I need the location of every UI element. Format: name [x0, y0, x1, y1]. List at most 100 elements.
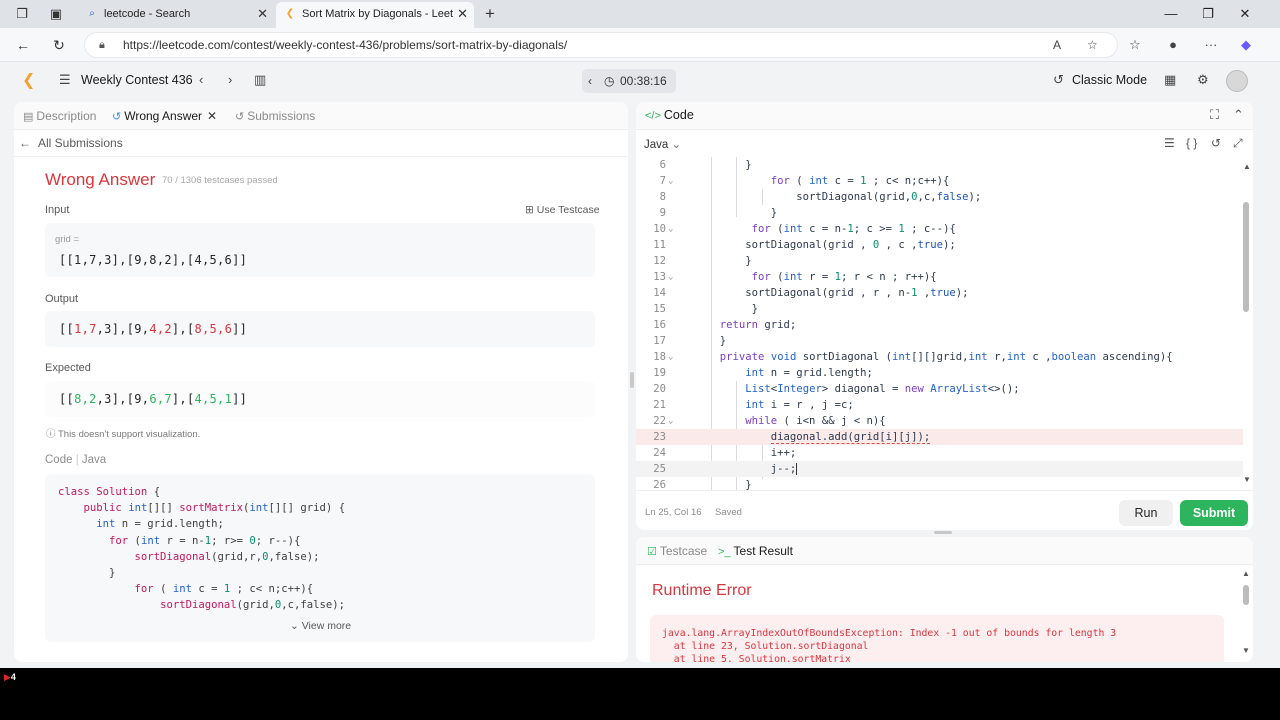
- clock-icon: ◷: [604, 74, 615, 88]
- tab-sort-matrix[interactable]: ❮ Sort Matrix by Diagonals - LeetCo ✕: [276, 2, 474, 28]
- lock-icon: 🔒︎: [99, 39, 105, 51]
- submit-button[interactable]: Submit: [1180, 500, 1248, 526]
- history-icon: ↺: [112, 111, 122, 123]
- leetcode-logo-icon[interactable]: ❮: [22, 72, 38, 90]
- scroll-down-icon[interactable]: ▼: [1242, 646, 1250, 655]
- expected-label: Expected: [45, 362, 91, 374]
- more-icon[interactable]: ···: [1202, 36, 1220, 54]
- scrollbar-thumb[interactable]: [1243, 202, 1249, 312]
- cursor-position: Ln 25, Col 16: [645, 507, 702, 518]
- notes-icon[interactable]: ☰: [1164, 136, 1175, 150]
- next-problem-icon[interactable]: ›: [228, 72, 232, 87]
- expected-value: [[8,2,3],[9,6,7],[4,5,1]]: [59, 392, 248, 406]
- view-more-button[interactable]: ⌄ View more: [290, 620, 351, 632]
- tab-leetcode-search[interactable]: ⌕ leetcode - Search ✕: [78, 2, 274, 28]
- checkbox-icon: ☑: [647, 546, 657, 558]
- code-line: 8 sortDiagonal(grid,0,c,false);: [659, 191, 982, 203]
- output-box: [[1,7,3],[9,4,2],[8,5,6]]: [45, 311, 595, 347]
- horizontal-resize-handle[interactable]: [934, 531, 952, 534]
- profile-icon[interactable]: ●: [1164, 36, 1182, 54]
- test-result-panel: ☑ Testcase >_ Test Result Runtime Error ja…: [636, 537, 1253, 662]
- copilot-icon[interactable]: ◆: [1237, 36, 1255, 54]
- error-trace-box: java.lang.ArrayIndexOutOfBoundsException…: [650, 615, 1224, 662]
- format-braces-icon[interactable]: { }: [1186, 136, 1197, 150]
- input-value: [[1,7,3],[9,8,2],[4,5,6]]: [59, 253, 248, 267]
- language-select[interactable]: Java ⌄: [644, 137, 681, 151]
- tab-submissions[interactable]: ↺ Submissions: [235, 109, 315, 123]
- prev-problem-icon[interactable]: ‹: [199, 72, 203, 87]
- collapse-timer-icon[interactable]: ‹: [588, 69, 592, 93]
- back-icon[interactable]: ←: [14, 36, 32, 54]
- code-line: sortDiagonal(grid,0,c,false);: [160, 599, 346, 612]
- stats-icon[interactable]: ▥: [254, 72, 266, 88]
- submissions-icon: ↺: [235, 111, 245, 123]
- read-aloud-icon[interactable]: A: [1053, 33, 1061, 57]
- favorites-icon[interactable]: ☆: [1126, 36, 1144, 54]
- divider: [636, 490, 1253, 491]
- code-line: 18 ⌄ private void sortDiagonal (int[][]gr…: [653, 351, 1173, 363]
- code-line: 22 ⌄ while ( i<n && j < n){: [653, 415, 886, 427]
- use-testcase-button[interactable]: ⊞ Use Testcase: [525, 204, 600, 216]
- code-line: 7 ⌄ for ( int c = 1 ; c< n;c++){: [659, 175, 950, 187]
- tab-actions-icon[interactable]: ▣: [48, 6, 64, 22]
- avatar[interactable]: [1226, 70, 1248, 92]
- classic-mode-button[interactable]: Classic Mode: [1072, 73, 1147, 87]
- code-lang-row: Code | Java: [45, 454, 107, 466]
- grid-label: grid =: [55, 234, 80, 245]
- output-value: [[1,7,3],[9,4,2],[8,5,6]]: [59, 322, 248, 336]
- fold-chevron-icon: ⌄: [668, 352, 674, 362]
- scroll-up-icon[interactable]: ▲: [1243, 162, 1251, 171]
- close-tab-icon[interactable]: ✕: [207, 109, 217, 123]
- scroll-down-icon[interactable]: ▼: [1243, 475, 1251, 484]
- tab-testcase[interactable]: ☑ Testcase: [647, 544, 707, 558]
- input-box: grid = [[1,7,3],[9,8,2],[4,5,6]]: [45, 223, 595, 277]
- tab-wrong-answer[interactable]: ↺ Wrong Answer ✕: [112, 109, 217, 123]
- code-line: 10 ⌄ for (int c = n-1; c >= 1 ; c--){: [653, 223, 956, 235]
- scroll-up-icon[interactable]: ▲: [1242, 569, 1250, 578]
- minimize-icon[interactable]: —: [1160, 4, 1182, 24]
- editor-scrollbar[interactable]: ▲ ▼: [1243, 162, 1251, 484]
- favorite-star-icon[interactable]: ☆: [1087, 33, 1098, 57]
- scrollbar-thumb[interactable]: [1243, 585, 1249, 605]
- code-line-error: 23 diagonal.add(grid[i][j]);: [636, 429, 1243, 445]
- status-title: Wrong Answer: [45, 170, 156, 189]
- all-submissions-link[interactable]: ← All Submissions: [19, 136, 123, 150]
- close-tab-icon[interactable]: ✕: [257, 2, 268, 26]
- code-line: 26 }: [653, 479, 752, 490]
- refresh-icon[interactable]: ↻: [50, 36, 68, 54]
- code-area[interactable]: 6 } 7 ⌄ for ( int c = 1 ; c< n;c++){ 8 so…: [636, 157, 1243, 490]
- problem-list-icon[interactable]: ☰: [59, 72, 71, 88]
- code-lines: class Solution { public int[][] sortMatr…: [58, 484, 345, 614]
- code-line: for ( int c = 1 ; c< n;c++){: [134, 583, 314, 596]
- tab-test-result[interactable]: >_ Test Result: [718, 544, 793, 558]
- submission-panel: ▤ Description ↺ Wrong Answer ✕ ↺ Submissions…: [14, 102, 628, 662]
- url-field[interactable]: 🔒︎ https://leetcode.com/contest/weekly-c…: [84, 32, 1118, 58]
- close-window-icon[interactable]: ✕: [1234, 4, 1256, 24]
- timer[interactable]: ‹ ◷ 00:38:16: [582, 69, 676, 93]
- fullscreen-icon[interactable]: ⤢: [1233, 136, 1243, 151]
- tab-code[interactable]: </> Code: [645, 108, 694, 122]
- collapse-icon[interactable]: ⌃: [1233, 107, 1244, 123]
- code-editor-panel: </> Code ⛶ ⌃ Java ⌄ ☰ { } ↺ ⤢ 6 } 7 ⌄ for …: [636, 102, 1253, 530]
- screen: ❐ ▣ ⌕ leetcode - Search ✕ ❮ Sort Matrix …: [0, 0, 1280, 668]
- code-line: for (int r = n-1; r>= 0; r--){: [109, 534, 301, 547]
- code-icon: </>: [645, 110, 661, 122]
- layout-icon[interactable]: ▦: [1164, 72, 1176, 88]
- run-button[interactable]: Run: [1119, 500, 1173, 526]
- restore-icon[interactable]: ❐: [1197, 4, 1219, 24]
- notification-badge[interactable]: ▶4: [4, 672, 16, 683]
- code-line: 16 return grid;: [653, 319, 797, 331]
- maximize-icon[interactable]: ⛶: [1210, 107, 1219, 123]
- runtime-error-title: Runtime Error: [652, 582, 752, 599]
- fold-chevron-icon: ⌄: [668, 416, 674, 426]
- workspaces-icon[interactable]: ❐: [14, 6, 30, 22]
- vertical-resize-handle[interactable]: [630, 372, 634, 388]
- contest-title[interactable]: Weekly Contest 436: [81, 73, 193, 87]
- tab-description[interactable]: ▤ Description: [23, 109, 96, 123]
- close-tab-icon[interactable]: ✕: [453, 2, 468, 26]
- new-tab-icon[interactable]: +: [482, 5, 498, 22]
- code-line: 21 int i = r , j =c;: [653, 399, 854, 411]
- settings-gear-icon[interactable]: ⚙: [1197, 72, 1209, 88]
- code-line: 24 i++;: [653, 447, 797, 459]
- reset-icon[interactable]: ↺: [1211, 136, 1221, 150]
